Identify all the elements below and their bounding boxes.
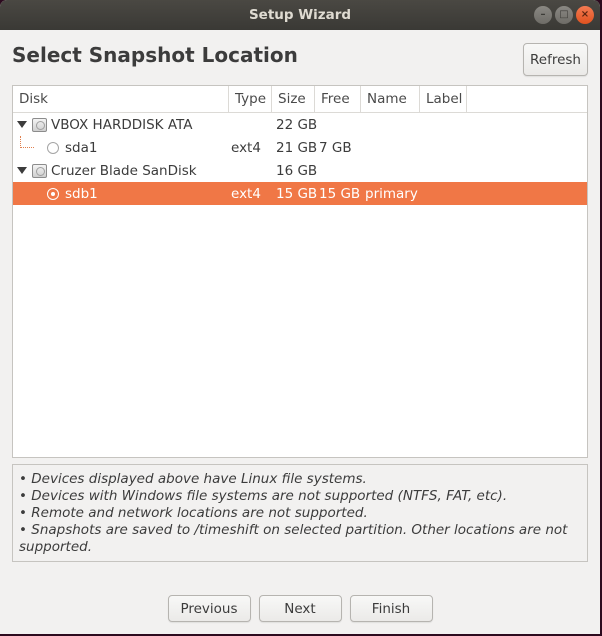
previous-button[interactable]: Previous: [167, 595, 251, 622]
refresh-button[interactable]: Refresh: [523, 43, 588, 76]
close-button[interactable]: ×: [576, 6, 594, 24]
table-header: Disk Type Size Free Name Label: [13, 86, 587, 113]
disk-tree-view[interactable]: Disk Type Size Free Name Label VBOX HARD…: [12, 85, 588, 458]
cell-free: 15 GB: [319, 185, 361, 202]
table-row-partition-selected[interactable]: sdb1 ext4 15 GB 15 GB primary: [13, 182, 587, 205]
table-row-partition[interactable]: sda1 ext4 21 GB 7 GB: [13, 136, 587, 159]
expand-arrow-icon[interactable]: [17, 121, 27, 128]
disk-name: VBOX HARDDISK ATA: [51, 116, 193, 133]
note-line: • Remote and network locations are not s…: [19, 505, 368, 521]
cell-size: 22 GB: [276, 116, 318, 133]
column-header-type[interactable]: Type: [229, 86, 272, 112]
radio-button-selected[interactable]: [47, 187, 59, 200]
partition-name: sdb1: [65, 185, 98, 202]
setup-wizard-window: Setup Wizard – □ × Select Snapshot Locat…: [0, 0, 600, 634]
note-line: • Snapshots are saved to /timeshift on s…: [19, 522, 568, 555]
wizard-footer: Previous Next Finish: [0, 595, 600, 622]
table-row-disk[interactable]: VBOX HARDDISK ATA 22 GB: [13, 113, 587, 136]
partition-name: sda1: [65, 139, 98, 156]
cell-size: 16 GB: [276, 162, 318, 179]
header: Select Snapshot Location Refresh: [12, 40, 588, 80]
harddisk-icon: [32, 163, 47, 178]
column-header-size[interactable]: Size: [272, 86, 315, 112]
radio-button[interactable]: [47, 141, 59, 154]
next-button[interactable]: Next: [258, 595, 342, 622]
cell-size: 21 GB: [276, 139, 318, 156]
harddisk-icon: [32, 117, 47, 132]
note-line: • Devices with Windows file systems are …: [19, 488, 508, 504]
cell-type: ext4: [231, 139, 261, 156]
column-header-disk[interactable]: Disk: [13, 86, 229, 112]
column-header-name[interactable]: Name: [361, 86, 420, 112]
page-title: Select Snapshot Location: [12, 43, 298, 67]
cell-type: ext4: [231, 185, 261, 202]
title-bar[interactable]: Setup Wizard – □ ×: [0, 0, 600, 30]
maximize-button[interactable]: □: [555, 6, 573, 24]
window-controls: – □ ×: [534, 6, 594, 24]
disk-name: Cruzer Blade SanDisk: [51, 162, 197, 179]
column-header-label[interactable]: Label: [420, 86, 467, 112]
cell-name: primary: [365, 185, 418, 202]
cell-size: 15 GB: [276, 185, 318, 202]
tree-connector: [20, 136, 34, 148]
cell-free: 7 GB: [319, 139, 352, 156]
note-line: • Devices displayed above have Linux fil…: [19, 471, 367, 487]
column-header-free[interactable]: Free: [315, 86, 361, 112]
minimize-button[interactable]: –: [534, 6, 552, 24]
expand-arrow-icon[interactable]: [17, 167, 27, 174]
info-notes: • Devices displayed above have Linux fil…: [12, 464, 588, 562]
table-row-disk[interactable]: Cruzer Blade SanDisk 16 GB: [13, 159, 587, 182]
finish-button[interactable]: Finish: [349, 595, 433, 622]
window-title: Setup Wizard: [248, 7, 352, 23]
